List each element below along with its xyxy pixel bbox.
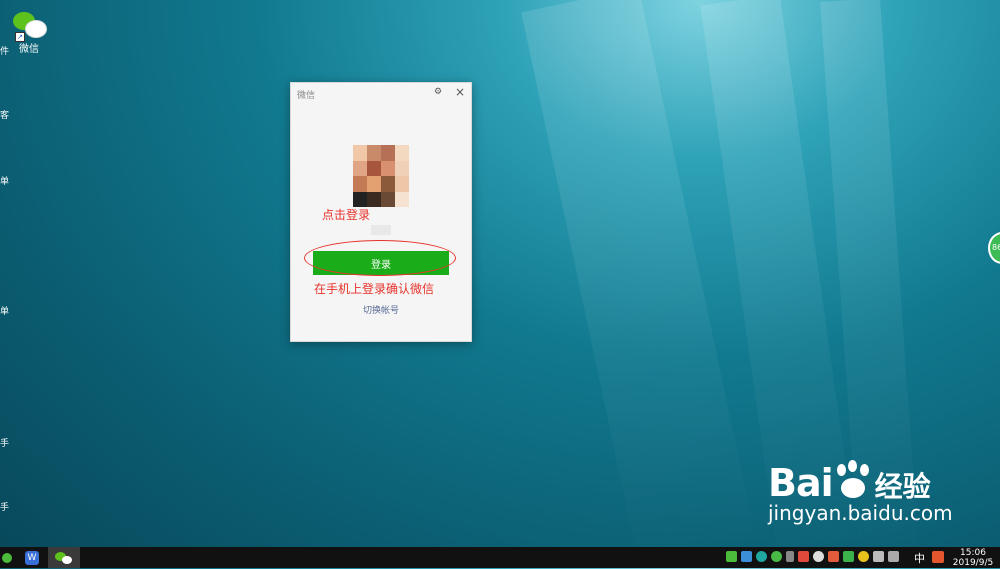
watermark-brand-tail: 经验 [874,470,931,503]
taskbar-clock[interactable]: 15:06 2019/9/5 [952,548,994,568]
watermark-brand: Bai [768,461,834,505]
tray-helper-icon[interactable] [858,551,869,562]
edge-label: 客 [0,111,10,121]
wechat-login-window: 微信 ⚙ × 登录 切换帐号 [290,82,472,342]
tray-usb-icon[interactable] [786,551,794,562]
avatar [353,145,409,207]
switch-account-link[interactable]: 切换帐号 [291,303,471,316]
tray-game-icon[interactable] [828,551,839,562]
edge-label: 手 [0,503,10,513]
watermark-url: jingyan.baidu.com [768,501,953,525]
taskbar-browser-icon[interactable]: W [18,547,46,568]
edge-label: 单 [0,307,10,317]
wechat-icon: ↗ [11,10,47,42]
tray-shield-icon[interactable] [843,551,854,562]
taskbar-wechat-icon[interactable] [48,547,80,568]
tray-app-icon[interactable] [756,551,767,562]
annotation-click-login: 点击登录 [322,208,371,222]
tray-wechat-icon[interactable] [771,551,782,562]
baidu-jingyan-watermark: Bai 经验 jingyan.baidu.com [768,460,953,525]
window-title: 微信 [297,91,316,101]
taskbar: W 中 15:06 2019/9/5 [0,547,1000,568]
annotation-ellipse [304,240,456,276]
edge-label: 单 [0,177,10,187]
tray-network-icon[interactable] [888,551,899,562]
desktop-icon-label: 微信 [19,44,39,55]
clock-time: 15:06 [960,548,986,558]
system-tray [726,551,899,562]
tray-antivirus-icon[interactable] [798,551,809,562]
desktop-icon-wechat[interactable]: ↗ 微信 [8,10,50,55]
clock-date: 2019/9/5 [952,558,994,568]
tray-clock-icon[interactable] [813,551,824,562]
ime-indicator[interactable]: 中 [914,550,925,566]
tray-cube-icon[interactable] [741,551,752,562]
edge-label: 件 [0,47,10,57]
taskbar-app-icon[interactable] [0,547,14,568]
shortcut-arrow-icon: ↗ [15,32,25,42]
baidu-paw-icon [833,460,875,500]
nickname-blurred [371,225,391,235]
gear-icon[interactable]: ⚙ [434,87,442,97]
floating-widget[interactable]: 86 [988,232,1000,264]
tray-volume-icon[interactable] [873,551,884,562]
tray-notification-icon[interactable] [932,551,944,563]
close-icon[interactable]: × [455,85,465,99]
edge-label: 手 [0,439,10,449]
tray-battery-icon[interactable] [726,551,737,562]
annotation-confirm-on-phone: 在手机上登录确认微信 [314,282,435,296]
